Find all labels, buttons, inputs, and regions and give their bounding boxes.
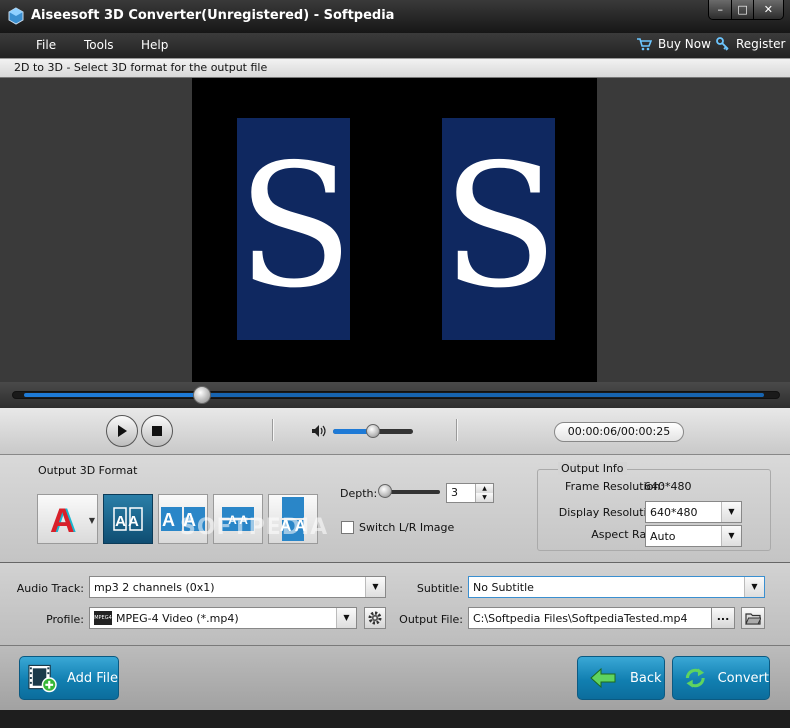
display-resolution-select[interactable]: 640*480 ▼ <box>645 501 742 523</box>
time-display: 00:00:06/00:00:25 <box>554 422 684 442</box>
spin-down-icon[interactable]: ▼ <box>476 493 493 502</box>
register-link[interactable]: Register <box>716 37 785 51</box>
depth-label: Depth: <box>340 487 378 500</box>
seek-progress <box>24 393 202 397</box>
play-icon <box>118 425 127 437</box>
key-icon <box>716 37 729 51</box>
chevron-down-icon: ▼ <box>721 526 741 546</box>
frame-resolution-value: 640*480 <box>644 480 692 493</box>
cart-icon <box>637 38 652 51</box>
gear-icon <box>368 611 382 625</box>
right-eye-frame: S <box>442 118 559 340</box>
subtitle-select[interactable]: No Subtitle ▼ <box>468 576 765 598</box>
switch-lr-checkbox[interactable] <box>341 521 354 534</box>
mpeg-format-icon: MPEG4 <box>94 611 112 625</box>
depth-spinbox[interactable]: 3 ▲ ▼ <box>446 483 494 503</box>
window-title: Aiseesoft 3D Converter(Unregistered) - S… <box>31 8 395 23</box>
format-side-by-side-half-button[interactable]: AA <box>103 494 153 544</box>
chevron-down-icon: ▼ <box>721 502 741 522</box>
audio-track-select[interactable]: mp3 2 channels (0x1) ▼ <box>89 576 386 598</box>
buy-now-label: Buy Now <box>658 37 711 51</box>
folder-icon <box>745 613 761 625</box>
switch-lr-label: Switch L/R Image <box>359 521 455 534</box>
close-button[interactable]: ✕ <box>753 0 783 19</box>
volume-icon[interactable] <box>311 424 327 438</box>
status-bar <box>0 710 790 728</box>
format-3d-panel: Output 3D Format A A ▼ AA AA A A A A SOF… <box>0 455 790 563</box>
left-eye-frame: S <box>237 118 354 340</box>
convert-button[interactable]: Convert <box>672 656 770 700</box>
side-by-side-half-icon: AA <box>113 507 143 531</box>
video-preview: S S <box>192 78 597 382</box>
menu-bar: File Tools Help Buy Now Register <box>0 33 790 58</box>
open-folder-button[interactable] <box>741 607 765 629</box>
app-logo-icon <box>8 7 24 25</box>
output-info-group: Output Info Frame Resolution: 640*480 Di… <box>537 462 771 551</box>
buy-now-link[interactable]: Buy Now <box>636 37 711 51</box>
play-button[interactable] <box>106 415 138 447</box>
chevron-down-icon: ▼ <box>744 577 764 597</box>
maximize-button[interactable]: □ <box>732 0 754 19</box>
profile-label: Profile: <box>46 613 84 626</box>
add-file-button[interactable]: Add File <box>19 656 119 700</box>
menu-help[interactable]: Help <box>141 38 168 52</box>
softpedia-watermark: SOFTPEDIA <box>180 515 329 540</box>
format-anaglyph-button[interactable]: A A ▼ <box>37 494 98 544</box>
divider <box>456 419 458 441</box>
output-3d-format-label: Output 3D Format <box>38 464 138 477</box>
menu-file[interactable]: File <box>36 38 56 52</box>
aspect-ratio-value: Auto <box>650 530 676 543</box>
title-bar: Aiseesoft 3D Converter(Unregistered) - S… <box>0 0 790 33</box>
register-label: Register <box>736 37 786 51</box>
hint-bar: 2D to 3D - Select 3D format for the outp… <box>0 58 790 78</box>
side-by-side-half-glyph: AA <box>115 513 141 530</box>
subtitle-value: No Subtitle <box>473 581 534 594</box>
left-eye-glyph: S <box>237 128 354 326</box>
depth-spin-buttons: ▲ ▼ <box>475 484 493 502</box>
profile-select[interactable]: MPEG4 MPEG-4 Video (*.mp4) ▼ <box>89 607 357 629</box>
depth-slider-handle[interactable] <box>378 484 392 498</box>
switch-lr-option[interactable]: Switch L/R Image <box>341 521 454 534</box>
aspect-ratio-select[interactable]: Auto ▼ <box>645 525 742 547</box>
back-button[interactable]: Back <box>577 656 665 700</box>
subtitle-label: Subtitle: <box>416 582 463 595</box>
output-info-title: Output Info <box>558 462 627 475</box>
profile-settings-button[interactable] <box>364 607 386 629</box>
preview-area: S S <box>0 78 790 382</box>
add-file-label: Add File <box>66 670 118 686</box>
convert-label: Convert <box>717 670 769 686</box>
chevron-down-icon: ▼ <box>365 577 385 597</box>
spin-up-icon[interactable]: ▲ <box>476 484 493 493</box>
anaglyph-glyph-red: A <box>50 502 75 537</box>
settings-panel: Audio Track: mp3 2 channels (0x1) ▼ Subt… <box>0 563 790 645</box>
output-file-value: C:\Softpedia Files\SoftpediaTested.mp4 <box>473 612 688 625</box>
output-file-input[interactable]: C:\Softpedia Files\SoftpediaTested.mp4 <box>468 607 712 629</box>
profile-value: MPEG-4 Video (*.mp4) <box>116 612 239 625</box>
chevron-down-icon: ▼ <box>336 608 356 628</box>
stop-button[interactable] <box>141 415 173 447</box>
volume-handle[interactable] <box>366 424 380 438</box>
chevron-down-icon[interactable]: ▼ <box>89 516 95 525</box>
seek-remaining <box>201 393 764 397</box>
hint-text: 2D to 3D - Select 3D format for the outp… <box>14 61 268 74</box>
right-eye-glyph: S <box>442 128 559 326</box>
film-add-icon <box>28 664 57 693</box>
anaglyph-icon: A A <box>50 502 77 537</box>
display-resolution-value: 640*480 <box>650 506 698 519</box>
divider <box>272 419 274 441</box>
browse-button[interactable]: ... <box>711 607 735 629</box>
audio-track-value: mp3 2 channels (0x1) <box>94 581 215 594</box>
depth-value: 3 <box>451 486 458 499</box>
menu-tools[interactable]: Tools <box>84 38 114 52</box>
arrow-left-icon <box>590 667 616 689</box>
stop-icon <box>152 426 162 436</box>
back-label: Back <box>630 670 662 686</box>
app-window: Aiseesoft 3D Converter(Unregistered) - S… <box>0 0 790 728</box>
minimize-button[interactable]: – <box>709 0 733 19</box>
seek-handle[interactable] <box>192 386 211 404</box>
window-controls: – □ ✕ <box>708 0 784 20</box>
audio-track-label: Audio Track: <box>16 582 84 595</box>
output-file-label: Output File: <box>399 613 463 626</box>
convert-refresh-icon <box>685 668 705 688</box>
